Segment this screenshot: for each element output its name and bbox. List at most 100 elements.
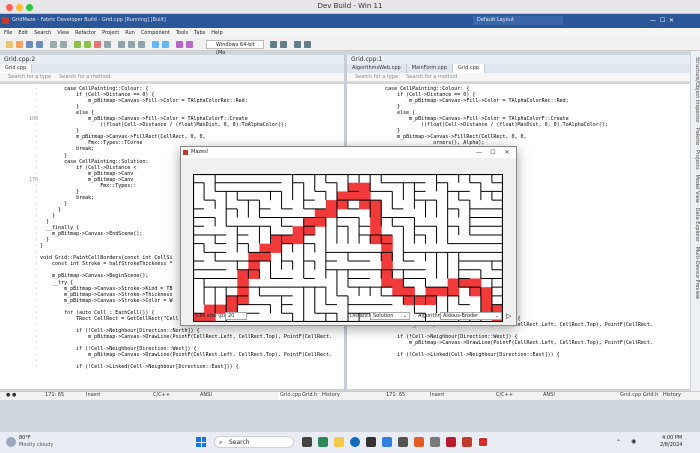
run-icon[interactable] [74, 41, 81, 48]
distance-value: Solution [373, 313, 394, 319]
menu-view[interactable]: View [57, 30, 69, 36]
compile-icon[interactable] [162, 41, 169, 48]
device-icon[interactable] [186, 41, 193, 48]
left-status-tab-cpp[interactable]: Grid.cpp [278, 392, 304, 399]
undo-icon[interactable] [50, 41, 57, 48]
solution-cell [248, 261, 260, 271]
redo-icon[interactable] [60, 41, 67, 48]
right-status-tab-h[interactable]: Grid.h [643, 392, 658, 399]
network-icon[interactable]: ◉ [631, 438, 636, 445]
right-status-tab-history[interactable]: History [663, 392, 681, 399]
file-explorer-icon[interactable] [334, 437, 344, 447]
settings-icon[interactable] [430, 437, 440, 447]
tray-chevron-icon[interactable]: ⌃ [616, 439, 621, 446]
tab-grid-cpp-right[interactable]: Grid.cpp [452, 64, 486, 73]
right-type-search[interactable]: Search for a type [355, 73, 398, 81]
forward-icon[interactable] [280, 41, 287, 48]
solution-cell [392, 287, 404, 297]
code-line: if (!Cell->Linked(Cell->Neighbour[Direct… [40, 364, 239, 371]
solution-cell [259, 243, 271, 253]
app-icon [2, 17, 9, 24]
solution-cell [447, 287, 460, 297]
left-type-search[interactable]: Search for a type [8, 73, 51, 81]
open-icon[interactable] [16, 41, 23, 48]
menu-component[interactable]: Component [141, 30, 170, 36]
build-icon[interactable] [152, 41, 159, 48]
right-status-tab-cpp[interactable]: Grid.cpp [618, 392, 644, 399]
platform-combo[interactable]: Windows 64-bit (Mo [206, 40, 264, 56]
maze-app-icon[interactable] [478, 437, 488, 447]
solution-cell [359, 182, 371, 192]
dialog-title-bar: Mazes! — ☐ ✕ [181, 147, 516, 158]
solution-cell [425, 295, 438, 306]
bookmark-icon[interactable] [294, 41, 301, 48]
side-panel-tabs[interactable]: Structure/Object Inspector · Palette · P… [690, 51, 700, 391]
ide-taskbar-icon[interactable] [446, 437, 456, 447]
cell-size-input[interactable]: 20 [225, 312, 247, 320]
widgets-icon[interactable] [318, 437, 328, 447]
menu-help[interactable]: Help [211, 30, 222, 36]
search-box[interactable]: ⌕ Search [214, 436, 294, 448]
code-line: m_pBitmap->Canvas->DrawLine(PointF(CellR… [40, 333, 332, 340]
dialog-maximize-button[interactable]: ☐ [486, 147, 500, 158]
menu-run[interactable]: Run [125, 30, 135, 36]
clock-time[interactable]: 4:00 PM [662, 435, 682, 441]
solution-cell [237, 278, 249, 288]
menu-refactor[interactable]: Refactor [75, 30, 96, 36]
right-insert-mode: Insert [430, 392, 445, 398]
back-icon[interactable] [270, 41, 277, 48]
save-all-icon[interactable] [36, 41, 43, 48]
algorithm-select[interactable]: Aldous-Broder ⌄ [440, 312, 502, 320]
solution-cell [359, 200, 371, 210]
cpp-builder-icon[interactable] [462, 437, 472, 447]
solution-cell [370, 234, 382, 245]
menu-project[interactable]: Project [102, 30, 119, 36]
left-language: C/C++ [153, 392, 171, 398]
office-icon[interactable] [414, 437, 424, 447]
run-without-debug-icon[interactable] [84, 41, 91, 48]
dialog-close-button[interactable]: ✕ [500, 147, 514, 158]
left-status-tab-h[interactable]: Grid.h [302, 392, 317, 399]
left-method-search[interactable]: Search for a method [59, 73, 110, 81]
right-method-search[interactable]: Search for a method [406, 73, 457, 81]
layout-combo[interactable]: Default Layout [473, 16, 563, 25]
edge-icon[interactable] [350, 437, 360, 447]
menu-edit[interactable]: Edit [18, 30, 28, 36]
tab-grid-cpp[interactable]: Grid.cpp [0, 64, 33, 73]
generate-play-icon[interactable]: ▷ [506, 312, 511, 320]
solution-cell [259, 252, 271, 262]
run-to-cursor-icon[interactable] [138, 41, 145, 48]
menu-tools[interactable]: Tools [176, 30, 188, 36]
store-icon[interactable] [366, 437, 376, 447]
distance-select[interactable]: Solution ⌄ [370, 312, 410, 320]
code-line: m_pBitmap->Canvas->DrawLine(PointF(CellR… [40, 352, 332, 359]
solution-cell [248, 269, 260, 279]
mail-icon[interactable] [382, 437, 392, 447]
right-cursor-pos: 171: 65 [386, 392, 406, 398]
menu-tabs[interactable]: Tabs [194, 30, 205, 36]
dialog-minimize-button[interactable]: — [472, 147, 486, 158]
tab-mainform[interactable]: MainForm.cpp [407, 64, 453, 73]
step-over-icon[interactable] [118, 41, 125, 48]
taskview-icon[interactable] [302, 437, 312, 447]
start-icon[interactable] [196, 437, 206, 447]
terminal-icon[interactable] [398, 437, 408, 447]
stop-icon[interactable] [94, 41, 101, 48]
save-icon[interactable] [26, 41, 33, 48]
windows-taskbar: 80°F Mostly cloudy ⌕ Search ⌃ ◉ 4:00 PM … [0, 431, 700, 453]
menu-file[interactable]: File [4, 30, 12, 36]
tab-algorithms[interactable]: AlgorithmsWeb.cpp [347, 64, 407, 73]
chevron-down-icon: ⌄ [494, 313, 499, 319]
solution-cell [381, 243, 393, 253]
new-icon[interactable] [6, 41, 13, 48]
pause-icon[interactable] [104, 41, 111, 48]
window-controls[interactable]: — ☐ ✕ [650, 17, 674, 24]
clock-date[interactable]: 2/8/2024 [660, 442, 682, 448]
left-status-tab-history[interactable]: History [322, 392, 340, 399]
maze-canvas[interactable] [193, 174, 503, 322]
trace-into-icon[interactable] [128, 41, 135, 48]
toggle-breakpoint-icon[interactable] [304, 41, 311, 48]
menu-search[interactable]: Search [34, 30, 51, 36]
dialog-title: Mazes! [191, 149, 209, 155]
target-icon[interactable] [176, 41, 183, 48]
